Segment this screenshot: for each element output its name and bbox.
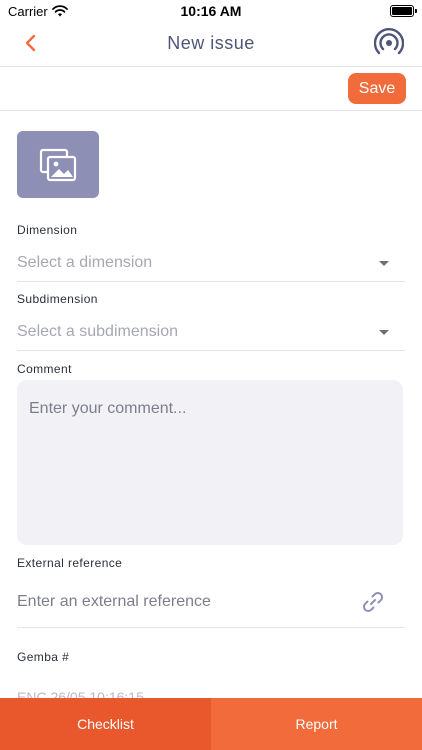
subdimension-select[interactable]: Select a subdimension	[17, 315, 405, 351]
tab-report[interactable]: Report	[211, 698, 422, 750]
gemba-label: Gemba #	[17, 650, 70, 664]
navigation-bar: New issue	[0, 22, 422, 66]
page-title: New issue	[167, 33, 255, 53]
comment-label: Comment	[17, 362, 72, 376]
status-time: 10:16 AM	[180, 3, 242, 19]
dimension-placeholder: Select a dimension	[17, 254, 153, 271]
subdimension-placeholder: Select a subdimension	[17, 323, 178, 340]
dimension-select[interactable]: Select a dimension	[17, 246, 405, 282]
link-icon[interactable]	[361, 590, 385, 614]
tab-report-label: Report	[295, 716, 338, 732]
external-reference-field[interactable]: Enter an external reference	[17, 580, 405, 628]
comment-field[interactable]: Enter your comment...	[17, 380, 403, 545]
subdimension-label: Subdimension	[17, 292, 98, 306]
comment-placeholder: Enter your comment...	[29, 400, 187, 417]
battery-icon	[390, 5, 417, 17]
chevron-down-icon	[379, 330, 389, 335]
signal-icon	[373, 28, 405, 55]
photo-picker-button[interactable]	[17, 131, 99, 198]
status-bar: Carrier 10:16 AM	[0, 0, 422, 22]
chevron-down-icon	[379, 261, 389, 266]
signal-button[interactable]	[373, 28, 405, 58]
tab-checklist[interactable]: Checklist	[0, 698, 211, 750]
bottom-tab-bar: Checklist Report	[0, 698, 422, 750]
dimension-label: Dimension	[17, 223, 78, 237]
external-reference-placeholder: Enter an external reference	[17, 593, 211, 610]
tab-checklist-label: Checklist	[77, 716, 134, 732]
images-icon	[39, 148, 77, 181]
save-button[interactable]: Save	[348, 73, 406, 104]
external-reference-label: External reference	[17, 556, 123, 570]
toolbar: Save	[0, 66, 422, 111]
